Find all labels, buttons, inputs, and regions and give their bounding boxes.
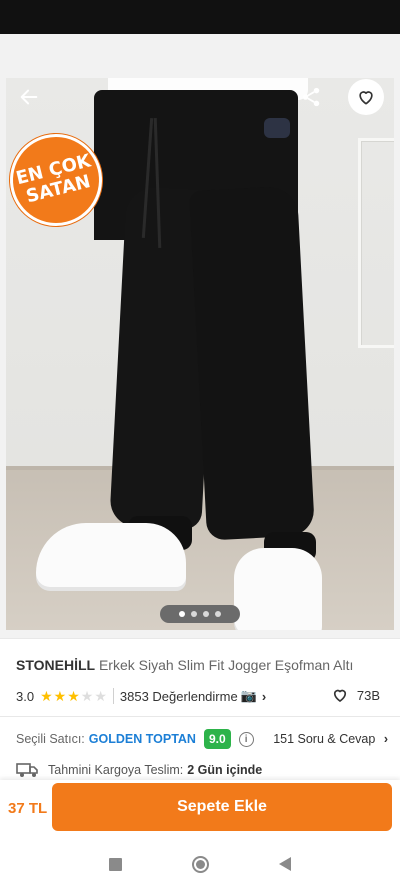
share-button[interactable] — [294, 80, 328, 114]
add-to-cart-button[interactable]: Sepete Ekle — [52, 783, 392, 831]
pager-dot[interactable] — [179, 611, 185, 617]
questions-answers-link[interactable]: 151 Soru & Cevap › — [273, 732, 388, 746]
divider — [0, 638, 400, 639]
image-pager[interactable] — [160, 605, 240, 623]
image-right-sneaker — [234, 548, 322, 630]
star-icon: ★ — [94, 688, 107, 704]
shipping-label: Tahmini Kargoya Teslim: — [48, 763, 184, 777]
image-wall-panel — [358, 138, 394, 348]
system-navigation-bar — [0, 840, 400, 888]
favorite-button[interactable] — [348, 79, 384, 115]
arrow-left-icon — [20, 89, 38, 105]
divider — [0, 716, 400, 717]
separator — [112, 688, 114, 704]
pager-dot[interactable] — [215, 611, 221, 617]
shipping-value: 2 Gün içinde — [187, 763, 263, 777]
pager-dot[interactable] — [203, 611, 209, 617]
product-title: STONEHİLL Erkek Siyah Slim Fit Jogger Eş… — [16, 656, 386, 674]
camera-icon: 📷 — [240, 688, 257, 703]
product-image-gallery[interactable]: EN ÇOK SATAN — [0, 34, 400, 638]
shipping-row: Tahmini Kargoya Teslim: 2 Gün içinde — [16, 760, 388, 780]
rating-row: 3.0 ★ ★ ★ ★ ★ 3853 Değerlendirme 📷 › 73B — [16, 686, 386, 706]
status-bar — [0, 0, 400, 34]
pager-dot[interactable] — [191, 611, 197, 617]
image-left-sneaker — [36, 523, 186, 587]
chevron-right-icon: › — [383, 732, 388, 746]
image-pants-right-leg — [188, 185, 316, 541]
recent-apps-icon[interactable] — [109, 857, 122, 871]
heart-icon — [333, 689, 346, 702]
home-icon[interactable] — [192, 855, 209, 873]
seller-row: Seçili Satıcı: GOLDEN TOPTAN 9.0 i 151 S… — [16, 728, 388, 750]
reviews-count: 3853 Değerlendirme — [119, 688, 238, 704]
likes-count: 73B — [356, 687, 380, 703]
seller-name-link[interactable]: GOLDEN TOPTAN — [89, 732, 196, 746]
product-name: Erkek Siyah Slim Fit Jogger Eşofman Altı — [98, 657, 354, 673]
chevron-right-icon: › — [261, 688, 267, 704]
star-icon: ★ — [67, 688, 80, 704]
seller-label: Seçili Satıcı: — [16, 732, 85, 746]
rating-score: 3.0 — [16, 688, 35, 704]
reviews-link[interactable]: 3853 Değerlendirme 📷 › — [120, 688, 266, 704]
info-icon[interactable]: i — [238, 731, 254, 747]
star-icon: ★ — [40, 688, 53, 704]
rating-stars: ★ ★ ★ ★ ★ — [40, 689, 107, 703]
share-icon — [302, 87, 320, 107]
seller-score-badge: 9.0 — [203, 729, 231, 749]
qa-label: 151 Soru & Cevap — [273, 732, 376, 746]
image-watch — [264, 118, 290, 138]
back-button[interactable] — [12, 80, 46, 114]
product-price: 37 TL — [8, 800, 48, 817]
favorites-count[interactable]: 73B — [331, 686, 380, 704]
star-icon: ★ — [80, 688, 94, 704]
star-icon: ★ — [53, 688, 67, 704]
heart-icon — [359, 91, 373, 105]
truck-icon — [16, 763, 38, 777]
purchase-bar: 37 TL Sepete Ekle — [0, 780, 400, 840]
brand-name[interactable]: STONEHİLL — [16, 657, 95, 673]
back-nav-icon[interactable] — [279, 857, 291, 871]
